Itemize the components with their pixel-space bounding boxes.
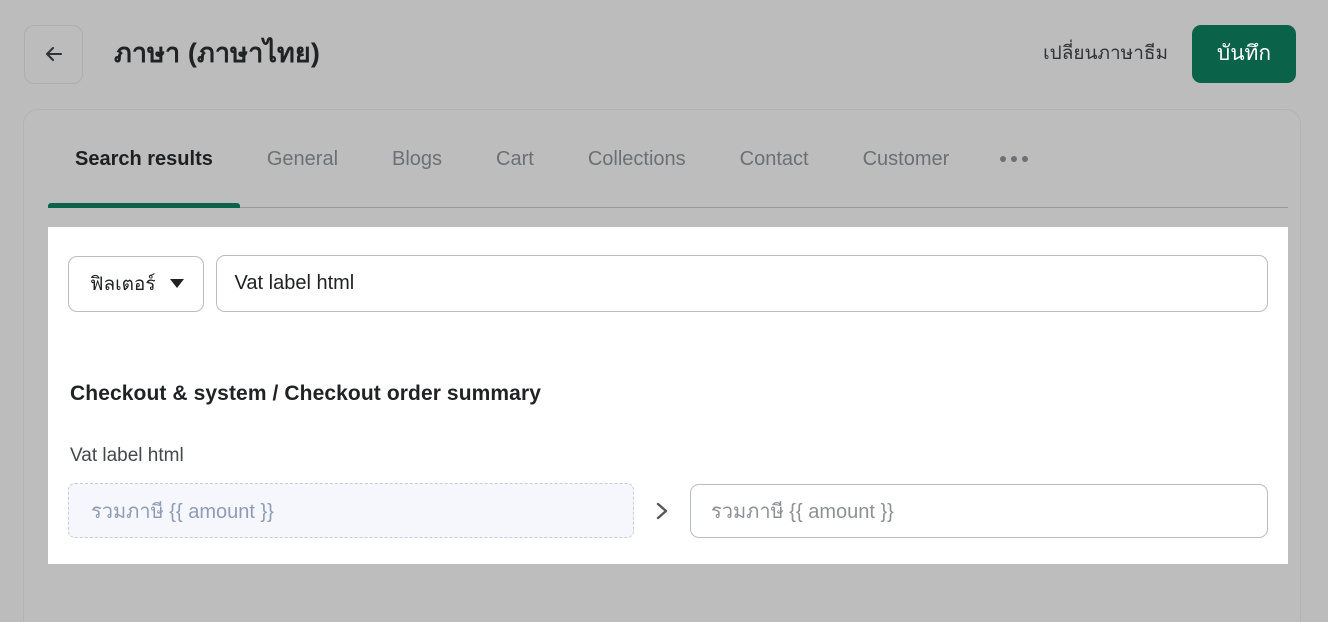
filter-toolbar: ฟิลเตอร์ Vat label html [68,255,1268,312]
search-results-card: ฟิลเตอร์ Vat label html Checkout & syste… [48,227,1288,564]
translation-input[interactable]: รวมภาษี {{ amount }} [690,484,1268,538]
tab-label: Cart [496,148,534,171]
chevron-right-icon [634,499,690,523]
top-bar: ภาษา (ภาษาไทย) เปลี่ยนภาษาธีม บันทึก [0,0,1328,108]
source-text-box[interactable]: รวมภาษี {{ amount }} [68,483,634,538]
tab-label: Contact [740,148,809,171]
tab-collections[interactable]: Collections [561,110,713,208]
tab-blogs[interactable]: Blogs [365,110,469,208]
tab-label: Blogs [392,148,442,171]
back-button[interactable] [24,25,83,84]
tab-general[interactable]: General [240,110,365,208]
tab-label: Collections [588,148,686,171]
tab-cart[interactable]: Cart [469,110,561,208]
chevron-down-icon [170,279,184,288]
change-theme-language-link[interactable]: เปลี่ยนภาษาธีม [1043,42,1168,67]
tab-label: Search results [75,148,213,171]
translation-row: รวมภาษี {{ amount }} รวมภาษี {{ amount }… [68,483,1268,564]
search-input[interactable]: Vat label html [216,255,1268,312]
filter-dropdown-button[interactable]: ฟิลเตอร์ [68,256,204,312]
filter-label: ฟิลเตอร์ [90,269,156,299]
tab-label: Customer [863,148,950,171]
arrow-left-icon [41,41,67,67]
save-button[interactable]: บันทึก [1192,25,1296,83]
tab-overflow-button[interactable] [976,110,1052,208]
translations-panel: Search results General Blogs Cart Collec… [24,110,1300,622]
result-group-heading: Checkout & system / Checkout order summa… [70,382,1268,406]
tab-customer[interactable]: Customer [836,110,977,208]
page-title: ภาษา (ภาษาไทย) [114,37,320,71]
tab-bar: Search results General Blogs Cart Collec… [24,110,1300,208]
tab-search-results[interactable]: Search results [48,110,240,208]
translation-field-label: Vat label html [70,445,1268,467]
ellipsis-icon [1000,156,1028,162]
tab-label: General [267,148,338,171]
tab-contact[interactable]: Contact [713,110,836,208]
